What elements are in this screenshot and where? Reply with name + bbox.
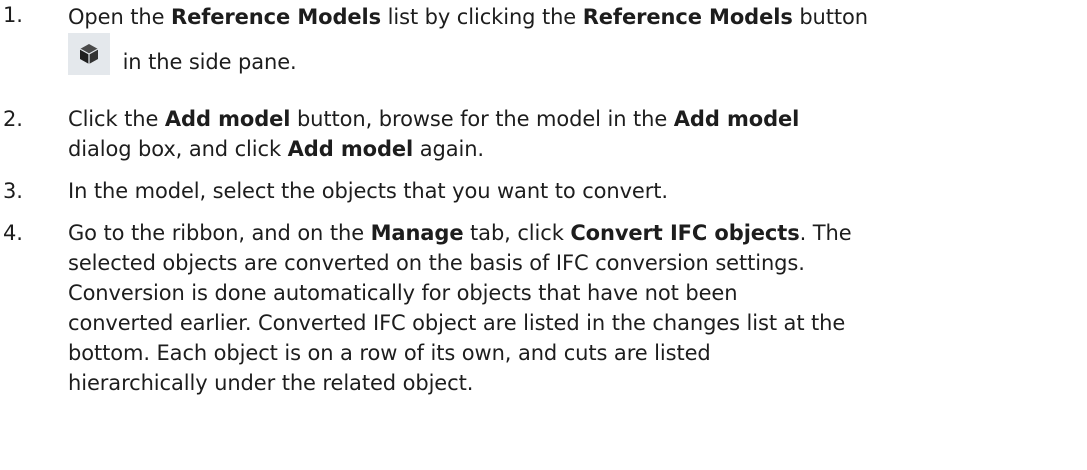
step-number: 2.: [3, 107, 23, 131]
step-text-line: bottom. Each object is on a row of its o…: [68, 341, 711, 365]
step-text-line: Conversion is done automatically for obj…: [68, 281, 738, 305]
step-number: 4.: [3, 221, 23, 245]
step-text-line: In the model, select the objects that yo…: [68, 179, 668, 203]
ui-term-manage-tab: Manage: [370, 221, 464, 245]
ui-term-reference-models: Reference Models: [171, 5, 382, 29]
ui-term-add-model-confirm: Add model: [287, 137, 414, 161]
step-number: 3.: [3, 179, 23, 203]
ui-term-add-model-dialog: Add model: [673, 107, 800, 131]
step-3: 3. In the model, select the objects that…: [0, 176, 1087, 206]
cube-icon: [79, 44, 99, 64]
step-1: 1. Open the Reference Models list by cli…: [0, 0, 1087, 92]
step-text-line: Click the Add model button, browse for t…: [68, 107, 800, 131]
ui-term-reference-models-button: Reference Models: [582, 5, 793, 29]
step-text-line: selected objects are converted on the ba…: [68, 251, 805, 275]
step-text-line: in the side pane.: [68, 32, 1087, 92]
step-text-line: Open the Reference Models list by clicki…: [68, 5, 868, 29]
ui-term-add-model-button: Add model: [164, 107, 291, 131]
step-text-line: dialog box, and click Add model again.: [68, 137, 485, 161]
step-text-line: Go to the ribbon, and on the Manage tab,…: [68, 221, 852, 245]
step-2: 2. Click the Add model button, browse fo…: [0, 104, 1087, 164]
procedure-steps: 1. Open the Reference Models list by cli…: [0, 0, 1087, 398]
reference-models-cube-icon: [68, 33, 110, 75]
step-number: 1.: [3, 3, 23, 27]
step-text-line: converted earlier. Converted IFC object …: [68, 311, 846, 335]
step-text-line: hierarchically under the related object.: [68, 371, 474, 395]
step-4: 4. Go to the ribbon, and on the Manage t…: [0, 218, 1087, 398]
ui-term-convert-ifc-objects: Convert IFC objects: [570, 221, 800, 245]
